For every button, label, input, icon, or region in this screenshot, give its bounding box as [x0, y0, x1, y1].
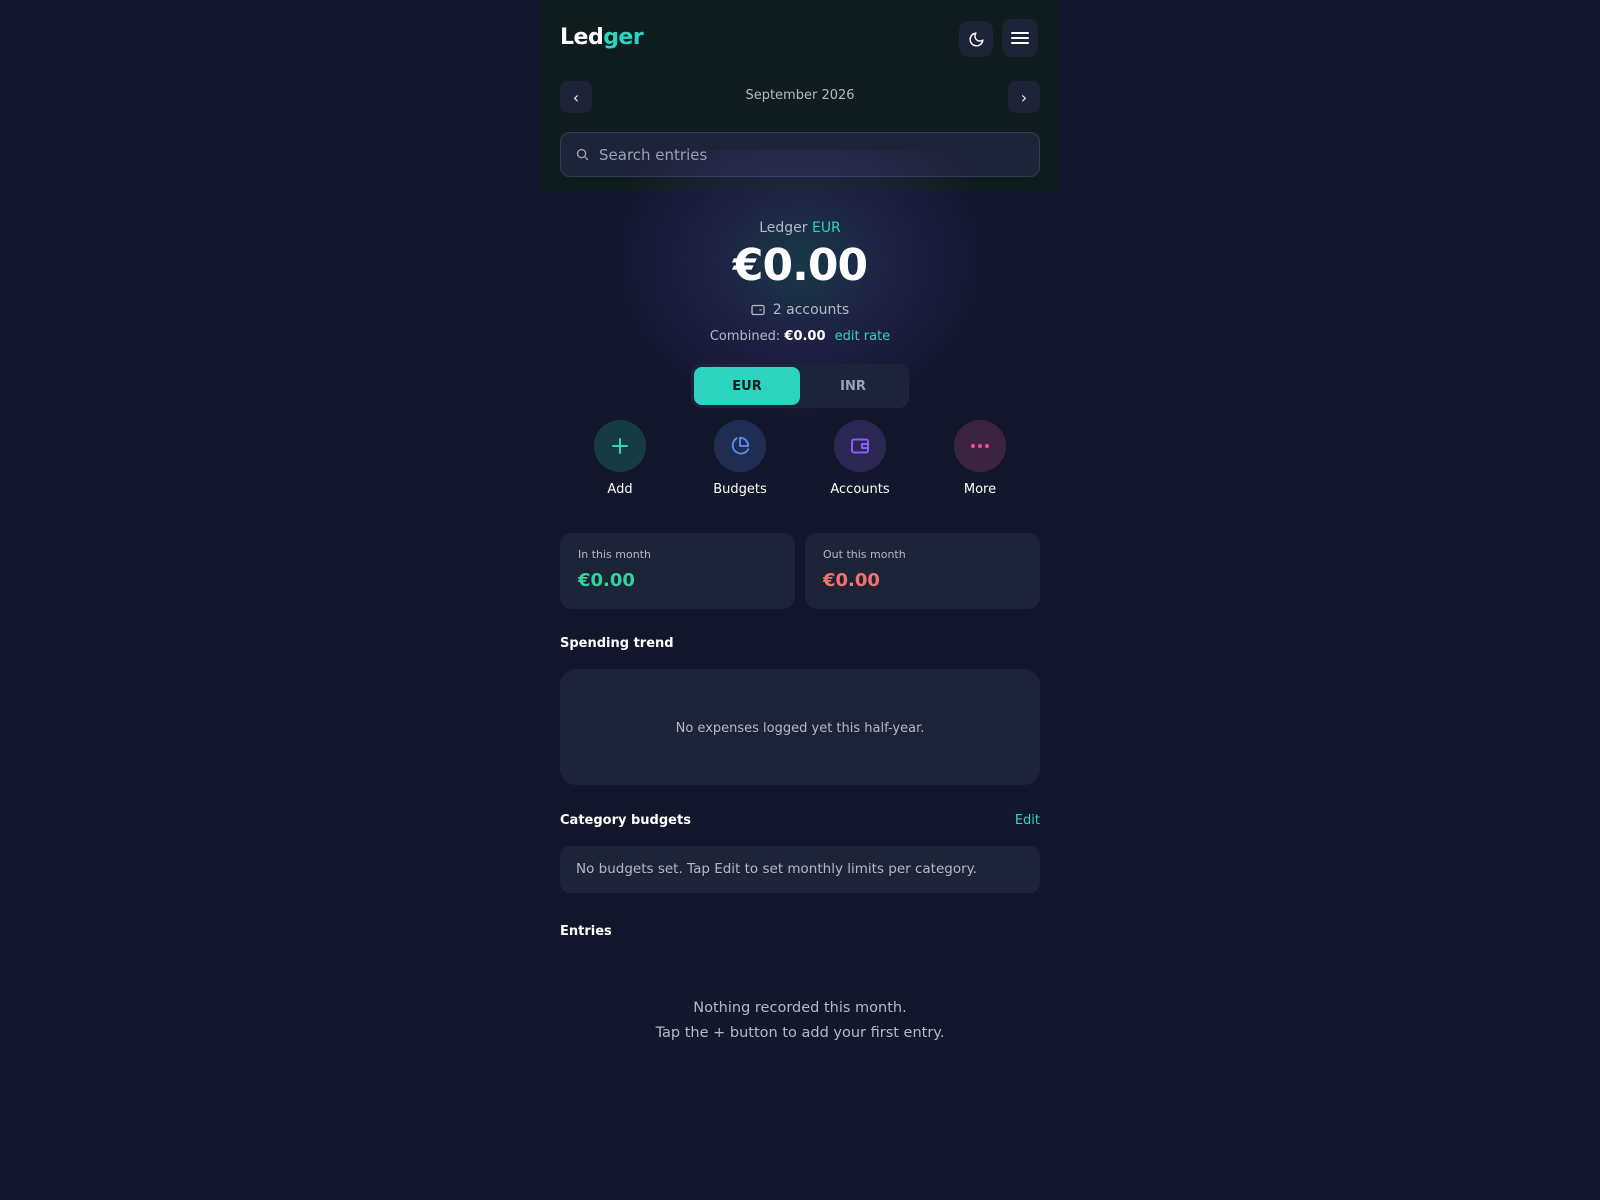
hero-currency: EUR — [811, 220, 841, 236]
add-action-circle — [594, 420, 646, 472]
total-balance: €0.00 — [732, 240, 868, 291]
budgets-action-circle — [714, 420, 766, 472]
accounts-count[interactable]: 2 accounts — [540, 302, 1060, 318]
combined-label: Combined: — [709, 329, 781, 344]
accounts-action-circle — [834, 420, 886, 472]
currency-toggle: EUR INR — [691, 364, 909, 408]
logo-text-accent: ger — [603, 25, 644, 50]
combined-value: €0.00 — [784, 329, 826, 344]
more-action-label: More — [963, 482, 997, 497]
more-action-button[interactable]: More — [930, 420, 1030, 500]
app-logo: Ledger — [560, 25, 644, 50]
edit-rate-link[interactable]: edit rate — [835, 329, 891, 344]
pie-chart-icon — [731, 436, 750, 455]
entries-empty-line-1: Nothing recorded this month. — [693, 1000, 907, 1016]
combined-line: Combined: €0.00 edit rate — [540, 329, 1060, 344]
add-action-label: Add — [607, 482, 633, 497]
spending-trend-empty-message: No expenses logged yet this half-year. — [675, 721, 925, 736]
wallet-icon — [751, 304, 765, 316]
entries-title: Entries — [560, 924, 612, 939]
currency-option-eur[interactable]: EUR — [694, 367, 800, 405]
currency-option-inr[interactable]: INR — [800, 367, 906, 405]
add-action-button[interactable]: Add — [570, 420, 670, 500]
search-bar — [560, 132, 1040, 177]
accounts-action-label: Accounts — [830, 482, 890, 497]
wallet-icon — [851, 438, 869, 454]
more-dots-icon — [970, 443, 990, 449]
theme-toggle-button[interactable] — [959, 21, 993, 57]
menu-button[interactable] — [1002, 19, 1038, 57]
accounts-count-text: 2 accounts — [772, 302, 850, 318]
moon-icon — [969, 31, 984, 46]
app-container: Ledger ‹ September 2026 › Ledger EUR — [540, 0, 1060, 1200]
category-budgets-title: Category budgets — [560, 813, 691, 828]
income-stat-value: €0.00 — [578, 570, 635, 591]
plus-icon — [612, 438, 628, 454]
previous-month-button[interactable]: ‹ — [560, 81, 592, 113]
search-icon — [576, 148, 589, 161]
expense-stat-value: €0.00 — [823, 570, 880, 591]
income-stat-card: In this month €0.00 — [560, 533, 795, 609]
top-bar: Ledger ‹ September 2026 › — [540, 0, 1060, 192]
search-input[interactable] — [599, 133, 1029, 176]
expense-stat-card: Out this month €0.00 — [805, 533, 1040, 609]
spending-trend-title: Spending trend — [560, 636, 674, 651]
expense-stat-label: Out this month — [823, 548, 906, 561]
current-month-label: September 2026 — [745, 88, 855, 103]
spending-trend-card: No expenses logged yet this half-year. — [560, 669, 1040, 785]
next-month-button[interactable]: › — [1008, 81, 1040, 113]
month-navigator: ‹ September 2026 › — [560, 81, 1040, 113]
logo-text-primary: Led — [560, 25, 604, 50]
income-stat-label: In this month — [578, 548, 651, 561]
category-budgets-empty-message: No budgets set. Tap Edit to set monthly … — [576, 861, 978, 877]
hamburger-menu-icon — [1011, 32, 1029, 44]
entries-empty-line-2: Tap the + button to add your first entry… — [655, 1025, 945, 1041]
hero-label-text: Ledger — [759, 220, 808, 236]
more-action-circle — [954, 420, 1006, 472]
edit-budgets-link[interactable]: Edit — [1015, 813, 1040, 828]
budgets-action-label: Budgets — [713, 482, 767, 497]
category-budgets-card: No budgets set. Tap Edit to set monthly … — [560, 846, 1040, 893]
hero-label: Ledger EUR — [540, 220, 1060, 236]
entries-empty-state: Nothing recorded this month. Tap the + b… — [540, 996, 1060, 1046]
budgets-action-button[interactable]: Budgets — [690, 420, 790, 500]
accounts-action-button[interactable]: Accounts — [810, 420, 910, 500]
